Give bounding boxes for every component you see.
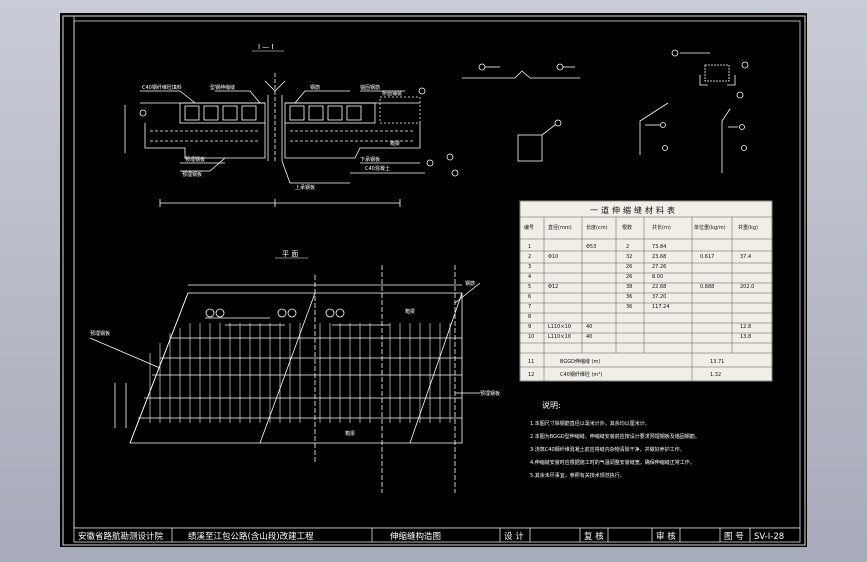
table-cell: Φ10 — [548, 254, 558, 260]
plan-title: 平 面 — [282, 250, 298, 258]
table-cell: 37.4 — [740, 254, 751, 260]
note-item: 5.其余未尽事宜，参照有关技术规范执行。 — [530, 472, 625, 479]
table-cell: 10 — [528, 334, 534, 340]
section-label: 预埋钢板 — [182, 171, 202, 178]
table-cell: 26 — [626, 264, 632, 270]
section-label: C40钢纤维砼填料 — [142, 84, 182, 91]
check-label: 复 核 — [584, 531, 604, 542]
table-cell: 2 — [626, 244, 629, 250]
section-label: 上承钢板 — [295, 184, 315, 191]
table-cell: 12.8 — [740, 324, 751, 330]
section-label: 预埋钢板 — [185, 156, 205, 163]
table-cell: L110×10 — [548, 324, 571, 330]
table-cell: 7 — [528, 304, 531, 310]
table-cell: 9 — [528, 324, 531, 330]
drawing-name: 伸缩缝构造图 — [390, 531, 441, 542]
table-cell: 27.26 — [652, 264, 666, 270]
table-header: 单位重(kg/m) — [694, 224, 726, 231]
table-cell: 1.32 — [710, 372, 721, 378]
table-cell: 32 — [626, 254, 632, 260]
plan-labels: 预埋钢板 预埋钢板 钢筋 箱梁 箱梁 — [90, 280, 500, 437]
note-item: 1.本图尺寸除钢筋直径以毫米计外，其余均以厘米计。 — [530, 420, 650, 427]
institute-name: 安徽省路航勘测设计院 — [78, 531, 164, 542]
table-header: 直径(mm) — [548, 224, 572, 231]
drawing-sheet: I — I C40钢纤维砼填料 型钢伸缩缝 钢筋 锚固钢筋 预埋钢板 预埋钢板 … — [60, 13, 807, 547]
table-cell: 11 — [528, 359, 534, 365]
notes-title: 说明: — [542, 400, 561, 410]
table-cell: 40 — [586, 324, 592, 330]
review-label: 审 核 — [656, 531, 676, 542]
table-cell: 117.24 — [652, 304, 670, 310]
table-cell: 23.68 — [652, 254, 666, 260]
section-label: 桥面铺装 — [382, 90, 402, 97]
table-header: 根数 — [622, 224, 632, 231]
plan-label: 箱梁 — [345, 430, 355, 437]
table-cell: 13.71 — [710, 359, 724, 365]
table-cell: BGGD伸缩缝 (m) — [560, 358, 600, 365]
table-header: 共重(kg) — [738, 224, 758, 231]
table-cell: 5 — [528, 284, 531, 290]
plan-label: 钢筋 — [465, 280, 475, 287]
design-label: 设 计 — [504, 531, 524, 542]
section-label: 箱梁 — [390, 140, 400, 147]
section-label: C40混凝土 — [365, 165, 390, 172]
table-cell: 202.0 — [740, 284, 754, 290]
section-label: 锚固钢筋 — [360, 84, 380, 91]
section-label: 下承钢板 — [360, 156, 380, 163]
note-item: 2.本图为BGGD型伸缩缝。伸缩缝安装前应按设计要求预埋钢板及锚固钢筋。 — [530, 433, 700, 440]
table-cell: 12 — [528, 372, 534, 378]
table-cell: Φ12 — [548, 284, 558, 290]
table-cell: 36 — [626, 304, 632, 310]
figure-number-label: 图 号 — [724, 532, 744, 542]
table-cell: 38 — [626, 284, 632, 290]
plan-label: 预埋钢板 — [480, 390, 500, 397]
plan-drawing — [89, 265, 481, 493]
table-cell: 40 — [586, 334, 592, 340]
section-label: 钢筋 — [310, 84, 320, 91]
table-cell: Φ53 — [586, 244, 596, 250]
figure-number: SV-I-28 — [754, 532, 784, 542]
table-header: 共长(m) — [652, 224, 671, 231]
notes-block: 说明: 1.本图尺寸除钢筋直径以毫米计外，其余均以厘米计。 2.本图为BGGD型… — [530, 400, 700, 479]
table-cell: 8 — [528, 314, 531, 320]
title-block: 安徽省路航勘测设计院 绩溪至江包公路(含山段)改建工程 伸缩缝构造图 设 计 复… — [73, 527, 801, 543]
table-cell: 0.888 — [700, 284, 714, 290]
material-table: 一道伸缩缝材料表 编号 直径(mm) 长度(cm) 根数 共长(m) 单位重(k… — [519, 200, 773, 382]
note-item: 4.伸缩缝安装时应根据施工时的气温调整安装缝宽，确保伸缩缝正常工作。 — [530, 459, 695, 466]
project-name: 绩溪至江包公路(含山段)改建工程 — [188, 531, 314, 542]
table-cell: 26 — [626, 274, 632, 280]
table-cell: 36 — [626, 294, 632, 300]
table-cell: 13.8 — [740, 334, 751, 340]
table-cell: 4 — [528, 274, 531, 280]
table-title: 一道伸缩缝材料表 — [590, 205, 678, 215]
section-title: I — I — [258, 43, 274, 51]
table-cell: 2 — [528, 254, 531, 260]
table-header: 编号 — [524, 224, 534, 231]
table-cell: 37.20 — [652, 294, 666, 300]
cad-drawing: I — I C40钢纤维砼填料 型钢伸缩缝 钢筋 锚固钢筋 预埋钢板 预埋钢板 … — [62, 15, 806, 546]
table-cell: 6 — [528, 294, 531, 300]
detail-sketches — [462, 49, 749, 173]
table-cell: L110×10 — [548, 334, 571, 340]
plan-label: 预埋钢板 — [90, 330, 110, 337]
section-label: 型钢伸缩缝 — [210, 84, 235, 91]
table-cell: 1 — [528, 244, 531, 250]
section-drawing — [124, 73, 459, 207]
note-item: 3.浇筑C40钢纤维混凝土前应将缝内杂物清除干净，并做好养护工作。 — [530, 446, 685, 453]
table-cell: C40钢纤维砼 (m³) — [560, 371, 602, 378]
table-cell: 22.68 — [652, 284, 666, 290]
section-labels: C40钢纤维砼填料 型钢伸缩缝 钢筋 锚固钢筋 预埋钢板 预埋钢板 箱梁 下承钢… — [142, 84, 402, 191]
table-cell: 3 — [528, 264, 531, 270]
table-cell: 0.617 — [700, 254, 714, 260]
table-cell: 8.00 — [652, 274, 663, 280]
plan-label: 箱梁 — [405, 308, 415, 315]
table-header: 长度(cm) — [586, 224, 608, 231]
table-cell: 73.84 — [652, 244, 666, 250]
